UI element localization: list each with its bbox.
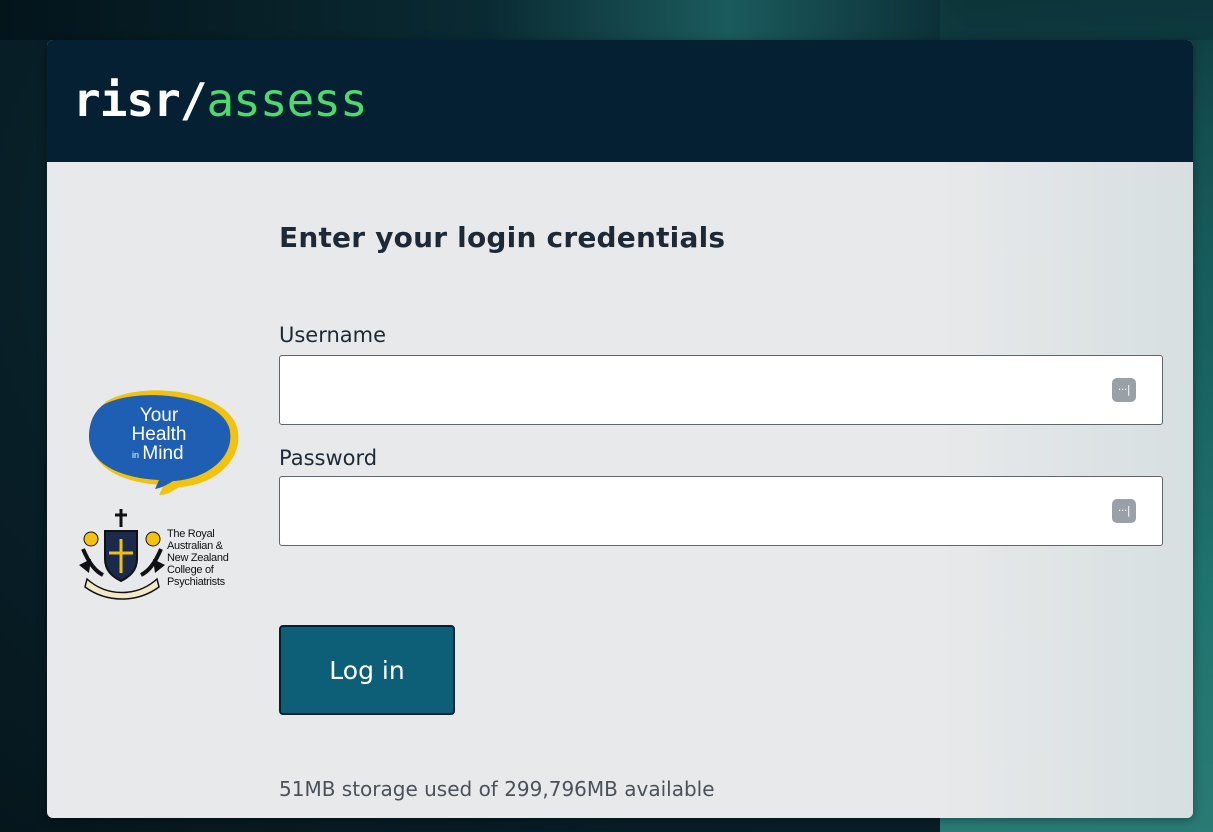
username-input[interactable] xyxy=(280,356,1090,424)
ranzcp-name: The Royal Australian & New Zealand Colle… xyxy=(167,528,253,588)
ranzcp-crest-icon xyxy=(79,509,165,600)
ranzcp-line: New Zealand xyxy=(167,552,229,564)
username-field-wrapper xyxy=(279,355,1163,425)
password-manager-icon[interactable] xyxy=(1112,499,1136,523)
brand-logo-part2: assess xyxy=(206,73,367,127)
ranzcp-line: Australian & xyxy=(167,540,223,552)
ranzcp-line: Psychiatrists xyxy=(167,576,225,588)
storage-usage-text: 51MB storage used of 299,796MB available xyxy=(279,777,715,801)
ranzcp-line: College of xyxy=(167,564,214,576)
your-health-in-mind-logo: Your Health in Mind xyxy=(89,390,239,495)
ranzcp-line: The Royal xyxy=(167,528,215,540)
password-input[interactable] xyxy=(280,477,1090,545)
password-label: Password xyxy=(279,446,378,470)
yhim-line2: Health xyxy=(132,424,187,445)
username-label: Username xyxy=(279,323,387,347)
yhim-line3: Mind xyxy=(142,443,183,464)
page-title: Enter your login credentials xyxy=(279,221,726,254)
organisation-logos: Your Health in Mind The Royal Australian… xyxy=(77,387,252,607)
yhim-line3-small: in xyxy=(132,450,139,460)
yhim-line1: Your xyxy=(140,405,179,426)
password-manager-icon[interactable] xyxy=(1112,378,1136,402)
login-card: risr/assess Your Health in Mind The Roya… xyxy=(47,40,1193,818)
brand-logo: risr/assess xyxy=(73,72,368,128)
brand-logo-part1: risr/ xyxy=(73,73,207,127)
app-header: risr/assess xyxy=(47,40,1193,162)
password-field-wrapper xyxy=(279,476,1163,546)
login-button[interactable]: Log in xyxy=(279,625,455,715)
